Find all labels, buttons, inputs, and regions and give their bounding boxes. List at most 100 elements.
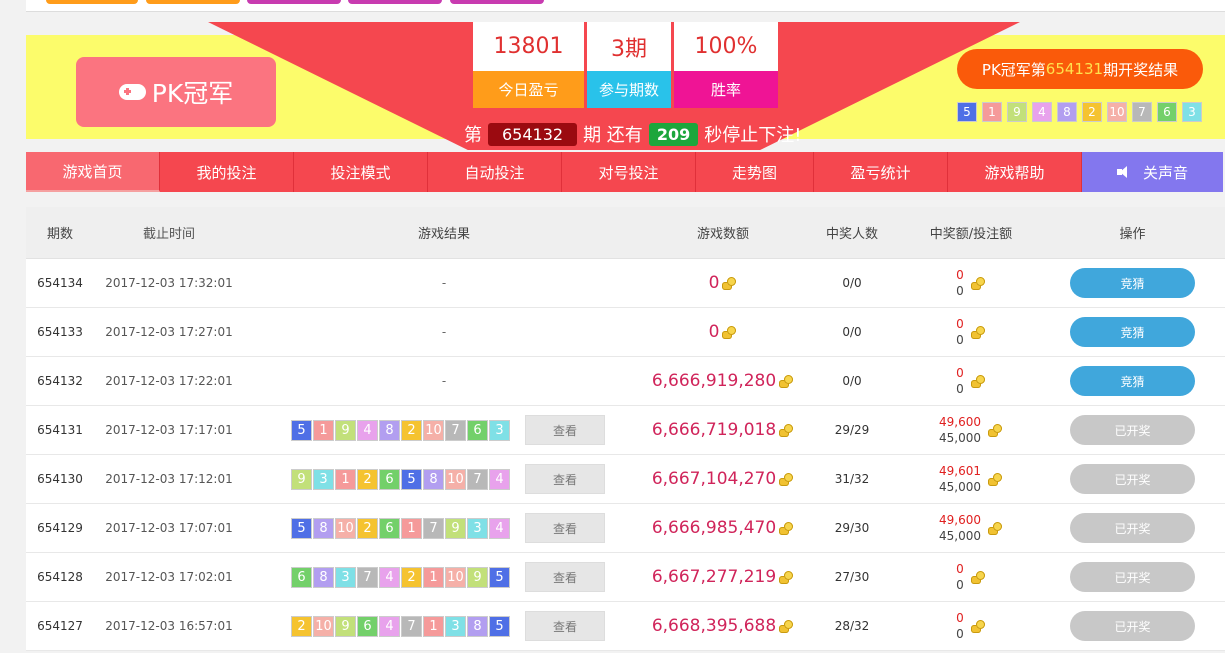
- stat-label: 今日盈亏: [473, 71, 584, 108]
- row-amount: 6,666,719,018: [644, 420, 802, 440]
- result-ball: 5: [291, 419, 312, 441]
- coin-icon: [970, 374, 986, 388]
- ratio-values: 49,601 45,000: [939, 463, 981, 495]
- row-ratio: 49,600 45,000: [902, 414, 1040, 446]
- result-balls: 2 10 9 6 4 7 1 3 8 5: [291, 615, 511, 637]
- ratio-values: 00: [956, 610, 964, 642]
- table-row: 654133 2017-12-03 17:27:01-0 0/0 0 0 竞猜: [26, 308, 1225, 357]
- top-tab[interactable]: [348, 0, 442, 4]
- row-time: 2017-12-03 17:07:01: [105, 521, 233, 535]
- result-ball: 8: [313, 566, 334, 588]
- view-button[interactable]: 查看: [525, 464, 605, 494]
- result-ball: 1: [423, 615, 444, 637]
- row-op: 竞猜: [1040, 268, 1225, 298]
- coin-icon: [721, 276, 737, 290]
- bet-amount: 0: [956, 578, 964, 592]
- result-ball: 4: [1032, 102, 1052, 122]
- drawn-button[interactable]: 已开奖: [1070, 513, 1195, 543]
- row-op: 已开奖: [1040, 415, 1225, 445]
- table-row: 654131 2017-12-03 17:17:01 5 1 9 4 8 2 10 7 6 3 查看 6,…: [26, 406, 1225, 455]
- ratio-values: 00: [956, 316, 964, 348]
- result-ball: 2: [357, 468, 378, 490]
- result-ball: 2: [1082, 102, 1102, 122]
- bet-button[interactable]: 竞猜: [1070, 366, 1195, 396]
- win-amount: 0: [956, 611, 964, 625]
- bet-amount: 45,000: [939, 480, 981, 494]
- top-tab[interactable]: [450, 0, 544, 4]
- row-time: 2017-12-03 16:57:01: [105, 619, 233, 633]
- header-result: 游戏结果: [417, 227, 470, 242]
- row-issue: 654129: [37, 521, 83, 535]
- coin-icon: [970, 276, 986, 290]
- row-result: 5 1 9 4 8 2 10 7 6 3 查看: [244, 415, 644, 445]
- row-winners: 0/0: [842, 276, 862, 290]
- nav-item-profit-stats[interactable]: 盈亏统计: [814, 152, 948, 192]
- coin-icon: [970, 325, 986, 339]
- top-tab[interactable]: [247, 0, 341, 4]
- nav-item-my-bets[interactable]: 我的投注: [160, 152, 294, 192]
- header-issue: 期数: [46, 227, 73, 242]
- nav-item-help[interactable]: 游戏帮助: [948, 152, 1082, 192]
- row-result: 2 10 9 6 4 7 1 3 8 5 查看: [244, 611, 644, 641]
- table-row: 654130 2017-12-03 17:12:01 9 3 1 2 6 5 8 10 7 4 查看 6,…: [26, 455, 1225, 504]
- drawn-button[interactable]: 已开奖: [1070, 562, 1195, 592]
- amount-value: 6,667,277,219: [651, 567, 777, 587]
- drawn-button[interactable]: 已开奖: [1070, 611, 1195, 641]
- nav-item-bet-mode[interactable]: 投注模式: [294, 152, 428, 192]
- row-result: -: [441, 374, 447, 388]
- main-nav: 游戏首页 我的投注 投注模式 自动投注 对号投注 走势图 盈亏统计 游戏帮助 关…: [26, 152, 1223, 192]
- nav-item-auto-bet[interactable]: 自动投注: [428, 152, 562, 192]
- result-ball: 6: [1157, 102, 1177, 122]
- row-result: -: [441, 276, 447, 290]
- last-result-balls: 5 1 9 4 8 2 10 7 6 3: [957, 102, 1207, 122]
- result-balls: 6 8 3 7 4 2 1 10 9 5: [291, 566, 511, 588]
- result-ball: 7: [423, 517, 444, 539]
- ratio-values: 00: [956, 561, 964, 593]
- ratio-values: 49,600 45,000: [939, 512, 981, 544]
- last-result-title[interactable]: PK冠军第 654131 期开奖结果: [957, 49, 1203, 89]
- result-ball: 9: [445, 517, 466, 539]
- result-ball: 6: [357, 615, 378, 637]
- nav-item-trend[interactable]: 走势图: [696, 152, 814, 192]
- results-table: 期数 截止时间 游戏结果 游戏数额 中奖人数 中奖额/投注额 操作 654134…: [26, 207, 1225, 651]
- game-logo[interactable]: PK冠军: [76, 57, 276, 127]
- result-ball: 9: [335, 419, 356, 441]
- drawn-button[interactable]: 已开奖: [1070, 415, 1195, 445]
- result-ball: 7: [401, 615, 422, 637]
- row-op: 已开奖: [1040, 562, 1225, 592]
- row-op: 竞猜: [1040, 366, 1225, 396]
- coin-icon: [970, 570, 986, 584]
- stat-label: 胜率: [674, 71, 778, 108]
- result-ball: 4: [357, 419, 378, 441]
- nav-item-home[interactable]: 游戏首页: [26, 152, 160, 192]
- result-ball: 10: [423, 419, 444, 441]
- coin-icon: [778, 619, 794, 633]
- amount-value: 6,666,985,470: [651, 518, 777, 538]
- result-ball: 6: [379, 468, 400, 490]
- view-button[interactable]: 查看: [525, 513, 605, 543]
- top-tab[interactable]: [146, 0, 240, 4]
- row-op: 已开奖: [1040, 611, 1225, 641]
- result-ball: 6: [379, 517, 400, 539]
- bet-button[interactable]: 竞猜: [1070, 317, 1195, 347]
- top-tab[interactable]: [46, 0, 138, 4]
- result-ball: 10: [445, 566, 466, 588]
- result-ball: 3: [1182, 102, 1202, 122]
- stat-label: 参与期数: [587, 71, 671, 108]
- mute-sound-button[interactable]: 关声音: [1082, 152, 1223, 192]
- view-button[interactable]: 查看: [525, 611, 605, 641]
- win-amount: 49,600: [939, 513, 981, 527]
- coin-icon: [778, 570, 794, 584]
- row-ratio: 00: [902, 610, 1040, 642]
- result-ball: 1: [423, 566, 444, 588]
- view-button[interactable]: 查看: [525, 415, 605, 445]
- row-issue: 654128: [37, 570, 83, 584]
- bet-button[interactable]: 竞猜: [1070, 268, 1195, 298]
- gamepad-icon: [118, 84, 146, 100]
- coin-icon: [778, 423, 794, 437]
- drawn-button[interactable]: 已开奖: [1070, 464, 1195, 494]
- nav-item-number-bet[interactable]: 对号投注: [562, 152, 696, 192]
- ratio-values: 49,600 45,000: [939, 414, 981, 446]
- view-button[interactable]: 查看: [525, 562, 605, 592]
- page: PK冠军 13801 今日盈亏 3期 参与期数 100% 胜率 第 654132…: [0, 0, 1225, 653]
